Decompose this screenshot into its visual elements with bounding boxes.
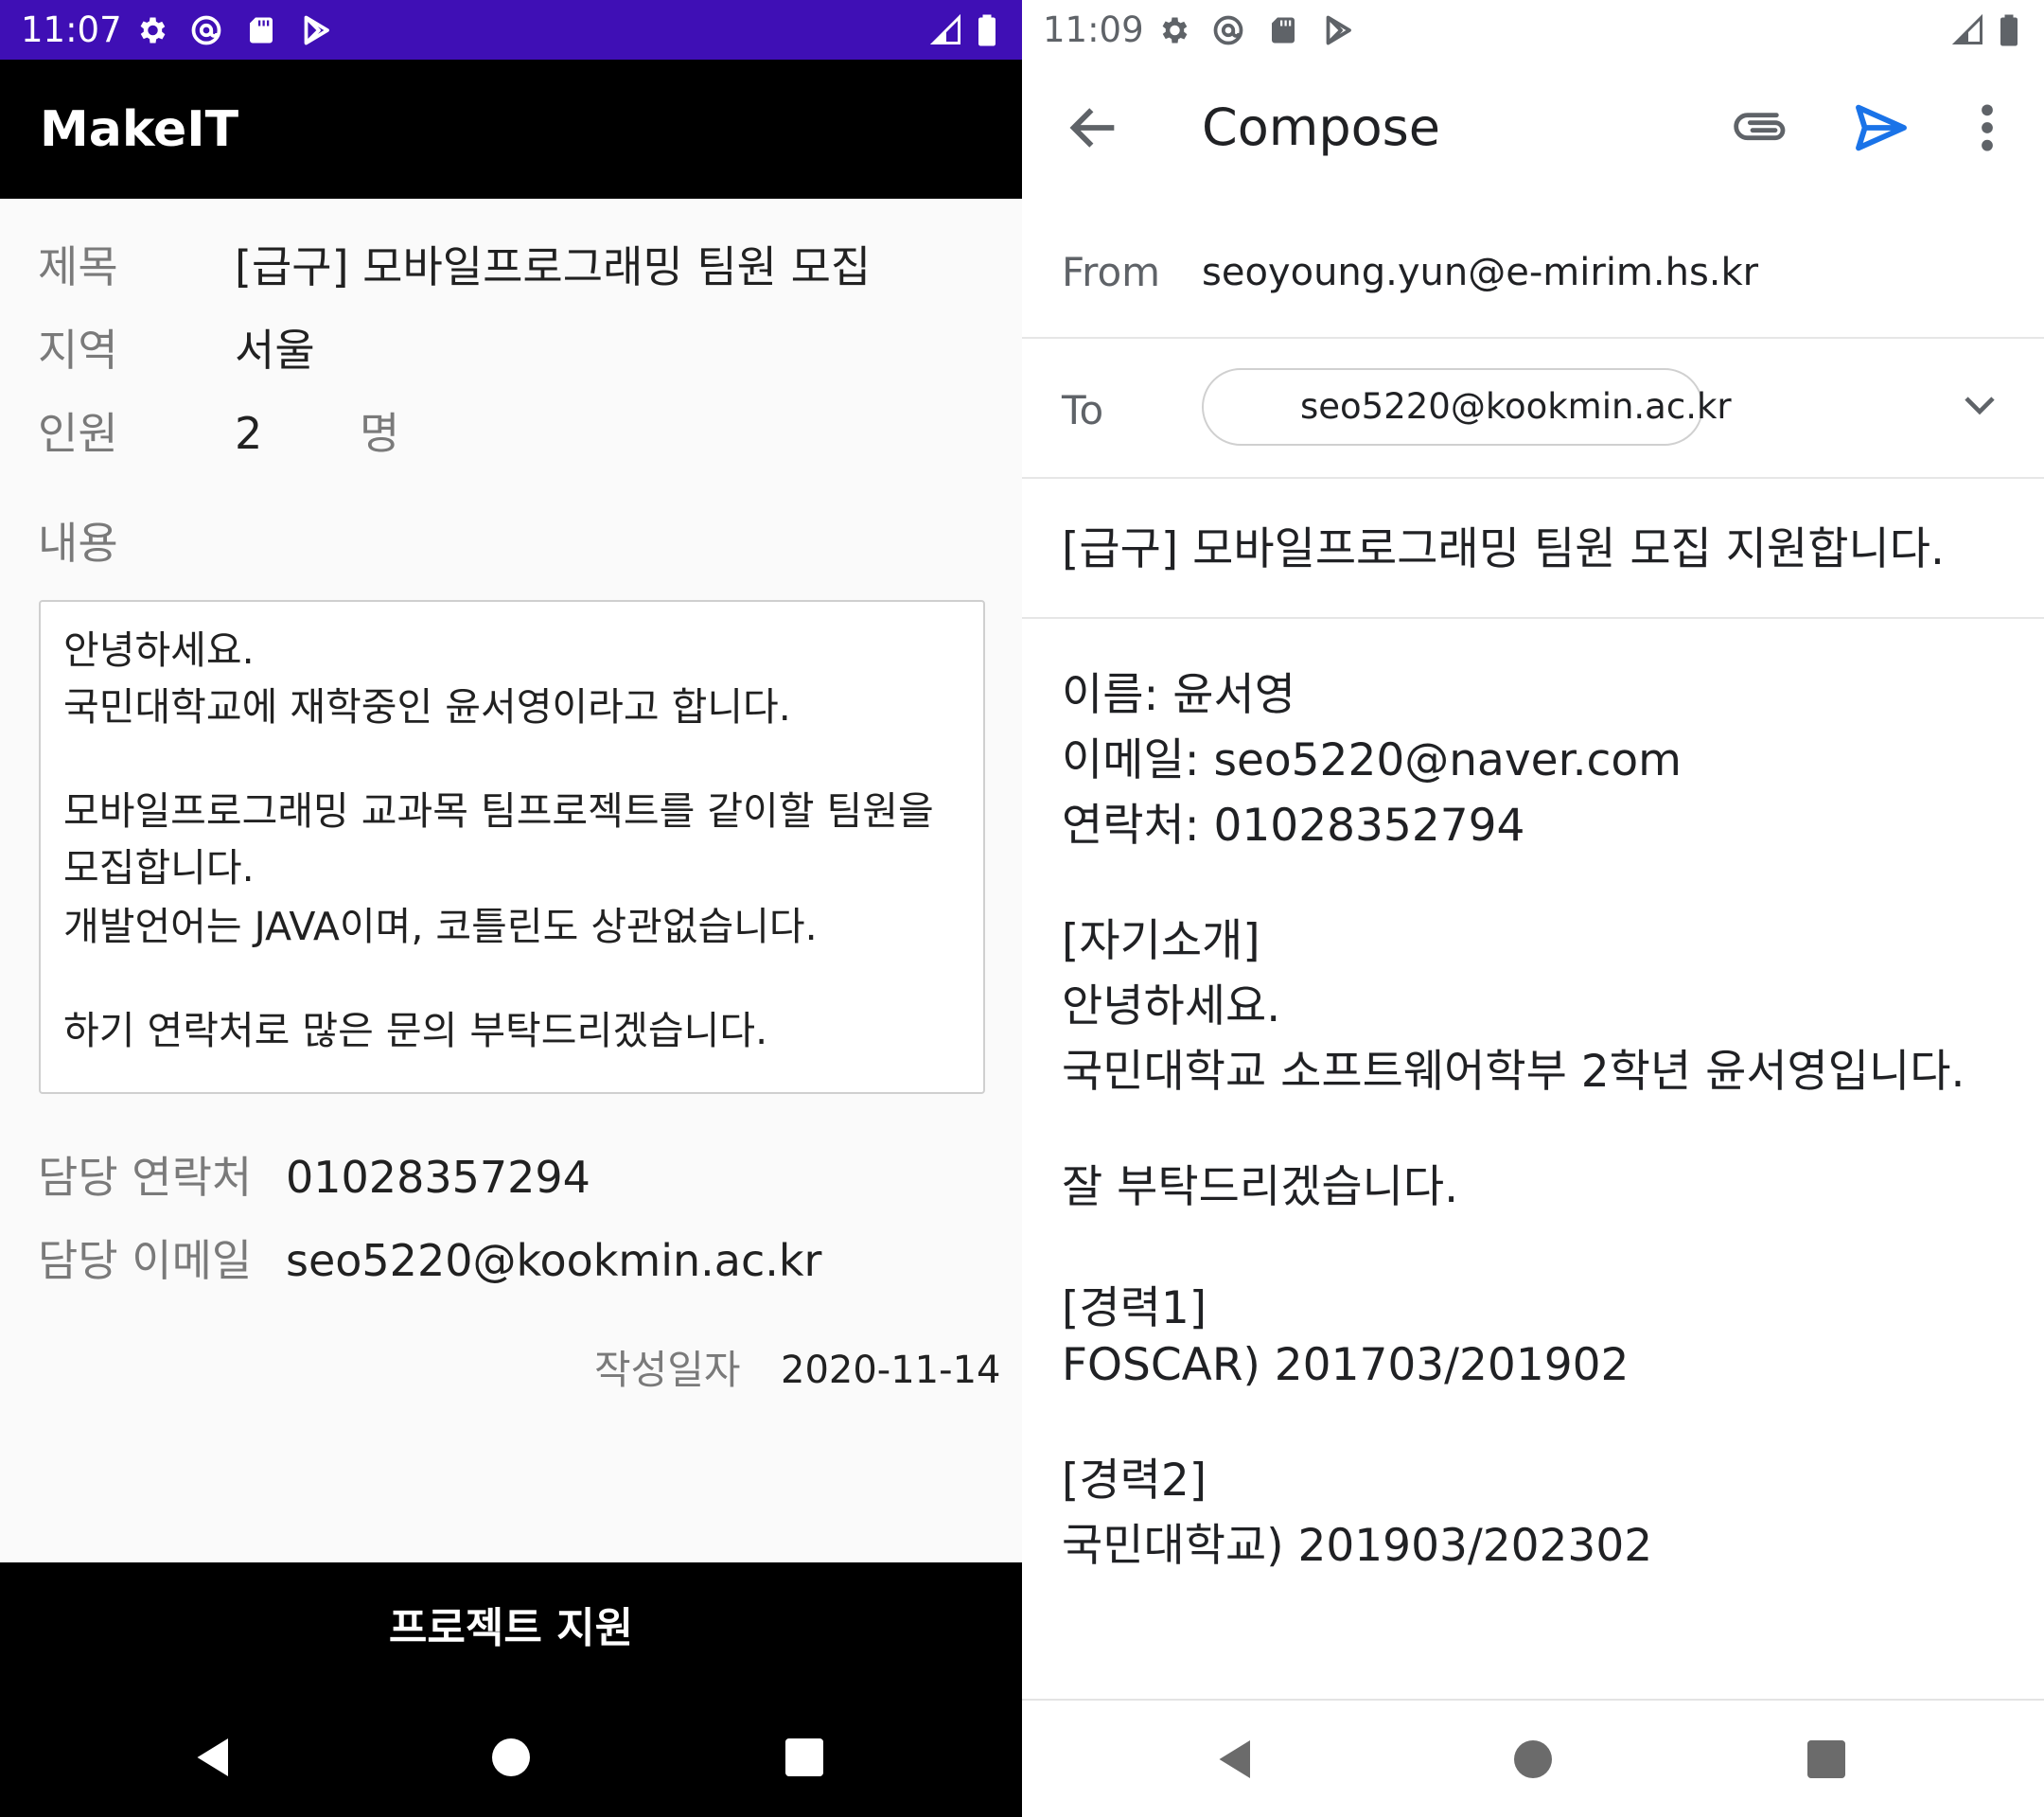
people-value: 2 [235, 408, 263, 459]
play-store-icon [1321, 13, 1355, 47]
nav-back-icon[interactable] [1207, 1731, 1264, 1788]
date-value: 2020-11-14 [781, 1349, 1001, 1392]
back-arrow-icon[interactable] [1064, 97, 1124, 158]
signal-icon [929, 13, 963, 47]
email-value: seo5220@kookmin.ac.kr [286, 1235, 822, 1286]
send-icon[interactable] [1851, 97, 1912, 158]
content-line: 개발언어는 JAVA이며, 코틀린도 상관없습니다. [63, 904, 818, 949]
body-line: 잘 부탁드리겠습니다. [1062, 1161, 1459, 1213]
nav-back-icon[interactable] [185, 1729, 242, 1786]
more-vert-icon[interactable] [1968, 97, 2006, 158]
content-line: 하기 연락처로 많은 문의 부탁드리겠습니다. [63, 1008, 768, 1053]
chevron-down-icon[interactable] [1953, 379, 2006, 432]
body-line: FOSCAR) 201703/201902 [1062, 1339, 1630, 1391]
region-value: 서울 [235, 325, 315, 376]
body-line: [경력2] [1062, 1455, 1207, 1507]
from-label: From [1062, 249, 1161, 295]
body-line: [자기소개] [1062, 915, 1260, 967]
date-label: 작성일자 [594, 1347, 741, 1393]
content-line: 모집합니다. [63, 845, 255, 891]
content-box: 안녕하세요. 국민대학교에 재학중인 윤서영이라고 합니다. 모바일프로그래밍 … [39, 600, 985, 1094]
people-label: 인원 [38, 408, 118, 459]
recipient-chip-text: seo5220@kookmin.ac.kr [1300, 386, 1732, 427]
content-label: 내용 [38, 518, 118, 569]
divider [1022, 337, 2044, 339]
apply-project-button[interactable]: 프로젝트 지원 [0, 1562, 1022, 1699]
content-line: 모바일프로그래밍 교과목 팀프로젝트를 같이할 팀원을 [63, 788, 934, 834]
body-line: 연락처: 01028352794 [1062, 800, 1525, 852]
body-line: 안녕하세요. [1062, 980, 1281, 1032]
to-label: To [1062, 387, 1104, 433]
compose-toolbar: Compose [1022, 60, 2044, 199]
nav-home-icon[interactable] [483, 1729, 539, 1786]
status-bar: 11:09 [1022, 0, 2044, 60]
body-line: 이메일: seo5220@naver.com [1062, 734, 1682, 786]
app-title: MakeIT [40, 101, 239, 158]
play-store-icon [299, 13, 333, 47]
subject-field[interactable]: [급구] 모바일프로그래밍 팀원 모집 지원합니다. [1062, 522, 1945, 577]
nav-bar [0, 1699, 1022, 1817]
sd-card-icon [1266, 13, 1300, 47]
app-bar: MakeIT [0, 60, 1022, 199]
people-unit: 명 [360, 408, 400, 459]
battery-icon [1997, 13, 2021, 47]
body-line: 국민대학교) 201903/202302 [1062, 1520, 1653, 1572]
from-value[interactable]: seoyoung.yun@e-mirim.hs.kr [1202, 248, 1758, 297]
nav-bar [1022, 1699, 2044, 1817]
nav-home-icon[interactable] [1505, 1731, 1561, 1788]
content-line: 안녕하세요. [63, 627, 255, 673]
nav-recents-icon[interactable] [1798, 1731, 1855, 1788]
paperclip-icon[interactable] [1734, 97, 1794, 158]
nav-recents-icon[interactable] [776, 1729, 833, 1786]
compose-title: Compose [1202, 97, 1441, 157]
at-sign-icon [189, 13, 223, 47]
region-label: 지역 [38, 325, 118, 376]
body-line: [경력1] [1062, 1282, 1207, 1334]
contact-label: 담당 연락처 [38, 1152, 253, 1203]
sd-card-icon [244, 13, 278, 47]
makeit-app-screen: 11:07 MakeIT 제목 [급구] 모바일프로그래밍 팀원 모집 지역 서… [0, 0, 1022, 1817]
gear-icon [134, 13, 168, 47]
divider [1022, 617, 2044, 619]
signal-icon [1951, 13, 1985, 47]
compose-email-screen: 11:09 Compose From seoyoung.yun@e-mirim.… [1022, 0, 2044, 1817]
body-line: 이름: 윤서영 [1062, 669, 1295, 721]
body-line: 국민대학교 소프트웨어학부 2학년 윤서영입니다. [1062, 1046, 1965, 1098]
divider [1022, 477, 2044, 479]
recipient-chip[interactable]: seo5220@kookmin.ac.kr [1202, 368, 1732, 446]
apply-project-button-label: 프로젝트 지원 [388, 1604, 634, 1652]
title-value: [급구] 모바일프로그래밍 팀원 모집 [235, 241, 872, 292]
gear-icon [1156, 13, 1190, 47]
contact-value: 01028357294 [286, 1152, 590, 1203]
status-time: 11:09 [1043, 9, 1144, 50]
battery-icon [975, 13, 999, 47]
status-time: 11:07 [21, 9, 122, 50]
title-label: 제목 [38, 241, 118, 292]
at-sign-icon [1211, 13, 1245, 47]
email-label: 담당 이메일 [38, 1235, 253, 1286]
content-line: 국민대학교에 재학중인 윤서영이라고 합니다. [63, 684, 791, 730]
status-bar: 11:07 [0, 0, 1022, 60]
